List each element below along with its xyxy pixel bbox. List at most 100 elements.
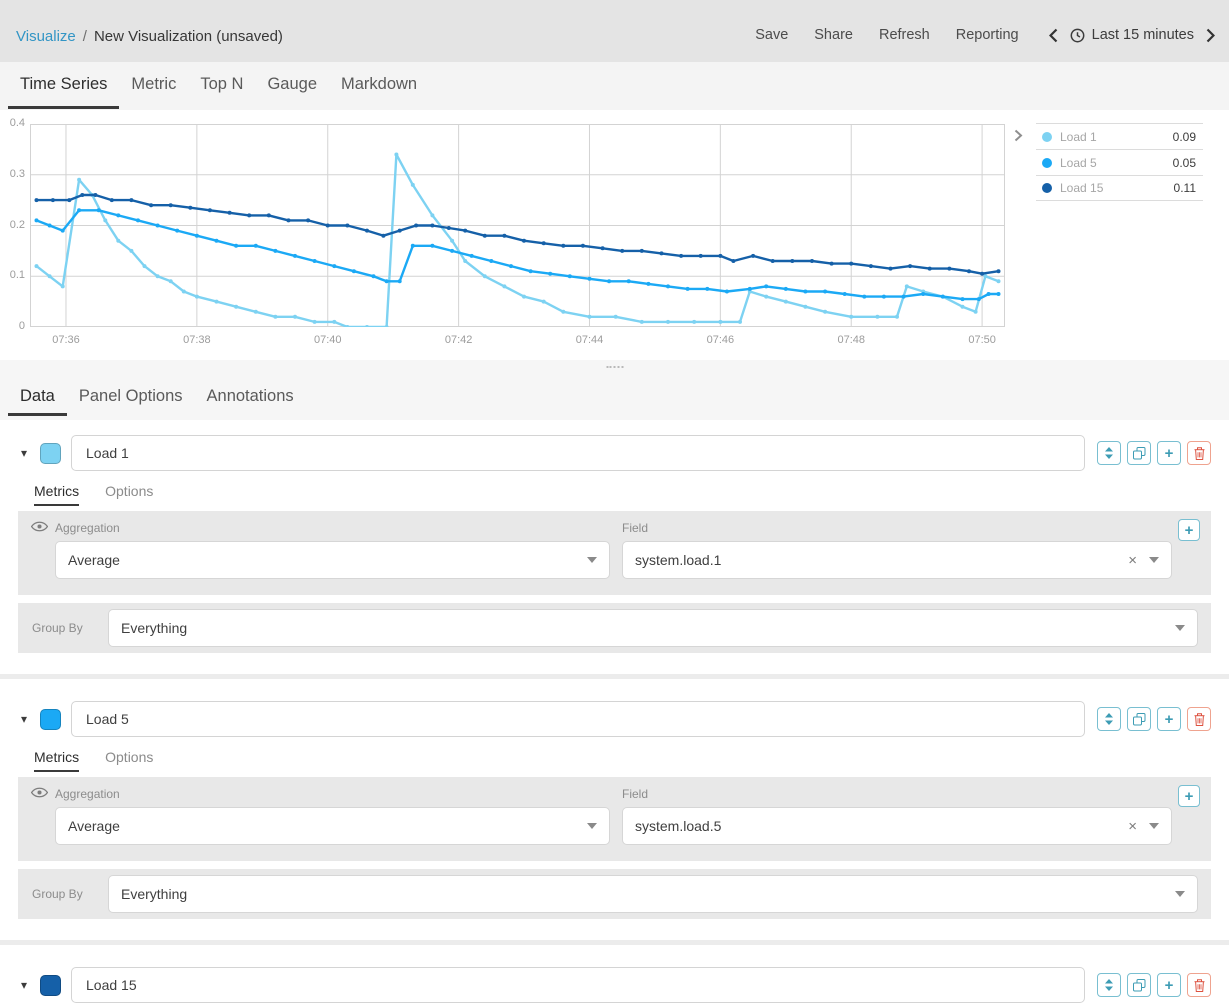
timeseries-plot-svg (30, 124, 1005, 327)
field-select[interactable]: system.load.5 × (622, 807, 1172, 845)
metrics-panel: + Aggregation Field Average system.load.… (18, 777, 1211, 861)
collapse-caret-icon[interactable]: ▾ (18, 446, 30, 460)
panel-tabs-band: Data Panel Options Annotations (0, 360, 1229, 420)
legend-dot (1042, 183, 1052, 193)
aggregation-value: Average (68, 552, 587, 568)
tab-options[interactable]: Options (105, 749, 153, 772)
add-metric-button[interactable]: + (1178, 519, 1200, 541)
delete-series-button[interactable] (1187, 973, 1211, 997)
field-value: system.load.5 (635, 818, 1128, 834)
chevron-down-icon (587, 557, 597, 563)
time-forward-icon[interactable] (1206, 28, 1215, 43)
tab-metrics[interactable]: Metrics (34, 749, 79, 772)
tab-metric[interactable]: Metric (119, 62, 188, 110)
clear-field-icon[interactable]: × (1128, 552, 1137, 569)
legend-collapse-icon[interactable] (1014, 129, 1023, 147)
legend-item[interactable]: Load 1 0.09 (1036, 123, 1203, 149)
page-title: New Visualization (unsaved) (94, 28, 283, 45)
legend-label: Load 1 (1060, 130, 1165, 144)
group-by-select[interactable]: Everything (108, 875, 1198, 913)
tab-gauge[interactable]: Gauge (255, 62, 329, 110)
x-tick-label: 07:36 (52, 334, 80, 346)
share-button[interactable]: Share (814, 27, 853, 43)
eye-icon[interactable] (31, 787, 48, 798)
tab-top-n[interactable]: Top N (188, 62, 255, 110)
delete-series-button[interactable] (1187, 707, 1211, 731)
x-tick-label: 07:38 (183, 334, 211, 346)
clone-series-button[interactable] (1127, 441, 1151, 465)
group-by-select[interactable]: Everything (108, 609, 1198, 647)
x-tick-label: 07:46 (707, 334, 735, 346)
aggregation-value: Average (68, 818, 587, 834)
tab-data[interactable]: Data (8, 387, 67, 420)
series-block: ▾ + Metrics Options + Aggregation Field (18, 435, 1211, 653)
reporting-button[interactable]: Reporting (956, 27, 1019, 43)
tab-metrics[interactable]: Metrics (34, 483, 79, 506)
x-tick-label: 07:44 (576, 334, 604, 346)
add-series-button[interactable]: + (1157, 707, 1181, 731)
group-by-panel: Group By Everything (18, 869, 1211, 919)
app-header: Visualize / New Visualization (unsaved) … (0, 0, 1229, 62)
tab-annotations[interactable]: Annotations (195, 387, 306, 420)
clone-series-button[interactable] (1127, 707, 1151, 731)
legend-item[interactable]: Load 5 0.05 (1036, 149, 1203, 175)
delete-series-button[interactable] (1187, 441, 1211, 465)
field-select[interactable]: system.load.1 × (622, 541, 1172, 579)
y-tick-label: 0.1 (0, 269, 25, 281)
y-tick-label: 0.3 (0, 168, 25, 180)
tab-options[interactable]: Options (105, 483, 153, 506)
chart-legend: Load 1 0.09 Load 5 0.05 Load 15 0.11 (1036, 123, 1203, 201)
reorder-series-button[interactable] (1097, 441, 1121, 465)
series-block: ▾ + (18, 967, 1211, 1003)
time-back-icon[interactable] (1049, 28, 1058, 43)
tab-panel-options[interactable]: Panel Options (67, 387, 195, 420)
timepicker: Last 15 minutes (1049, 27, 1215, 43)
vis-type-tabbar: Time Series Metric Top N Gauge Markdown (0, 62, 1229, 110)
clear-field-icon[interactable]: × (1128, 818, 1137, 835)
x-tick-label: 07:50 (968, 334, 996, 346)
metrics-panel: + Aggregation Field Average system.load.… (18, 511, 1211, 595)
legend-dot (1042, 158, 1052, 168)
breadcrumb: Visualize / New Visualization (unsaved) (16, 10, 283, 62)
aggregation-select[interactable]: Average (55, 807, 610, 845)
series-label-input[interactable] (71, 701, 1085, 737)
timepicker-toggle[interactable]: Last 15 minutes (1070, 27, 1194, 43)
eye-icon[interactable] (31, 521, 48, 532)
series-label-input[interactable] (71, 967, 1085, 1003)
group-by-panel: Group By Everything (18, 603, 1211, 653)
clock-icon (1070, 28, 1085, 43)
refresh-button[interactable]: Refresh (879, 27, 930, 43)
reorder-series-button[interactable] (1097, 707, 1121, 731)
resize-handle[interactable] (606, 366, 623, 368)
add-series-button[interactable]: + (1157, 973, 1181, 997)
series-block: ▾ + Metrics Options + Aggregation Field (18, 701, 1211, 919)
group-by-value: Everything (121, 620, 1175, 636)
chevron-down-icon (1175, 625, 1185, 631)
reorder-series-button[interactable] (1097, 973, 1121, 997)
series-label-input[interactable] (71, 435, 1085, 471)
aggregation-label: Aggregation (55, 787, 120, 801)
series-color-swatch[interactable] (40, 709, 61, 730)
legend-value: 0.11 (1174, 181, 1196, 195)
y-tick-label: 0.4 (0, 117, 25, 129)
tab-time-series[interactable]: Time Series (8, 62, 119, 110)
save-button[interactable]: Save (755, 27, 788, 43)
aggregation-select[interactable]: Average (55, 541, 610, 579)
add-series-button[interactable]: + (1157, 441, 1181, 465)
plot-area[interactable] (30, 124, 1005, 327)
chevron-down-icon (1149, 557, 1159, 563)
timeseries-chart: 00.10.20.30.4 07:3607:3807:4007:4207:440… (0, 110, 1229, 360)
clone-series-button[interactable] (1127, 973, 1151, 997)
aggregation-label: Aggregation (55, 521, 120, 535)
series-color-swatch[interactable] (40, 443, 61, 464)
series-divider (0, 674, 1229, 679)
tab-markdown[interactable]: Markdown (329, 62, 429, 110)
breadcrumb-visualize-link[interactable]: Visualize (16, 28, 76, 45)
legend-item[interactable]: Load 15 0.11 (1036, 175, 1203, 201)
breadcrumb-separator: / (83, 28, 87, 45)
collapse-caret-icon[interactable]: ▾ (18, 978, 30, 992)
legend-value: 0.05 (1173, 156, 1196, 170)
add-metric-button[interactable]: + (1178, 785, 1200, 807)
x-tick-label: 07:48 (837, 334, 865, 346)
collapse-caret-icon[interactable]: ▾ (18, 712, 30, 726)
